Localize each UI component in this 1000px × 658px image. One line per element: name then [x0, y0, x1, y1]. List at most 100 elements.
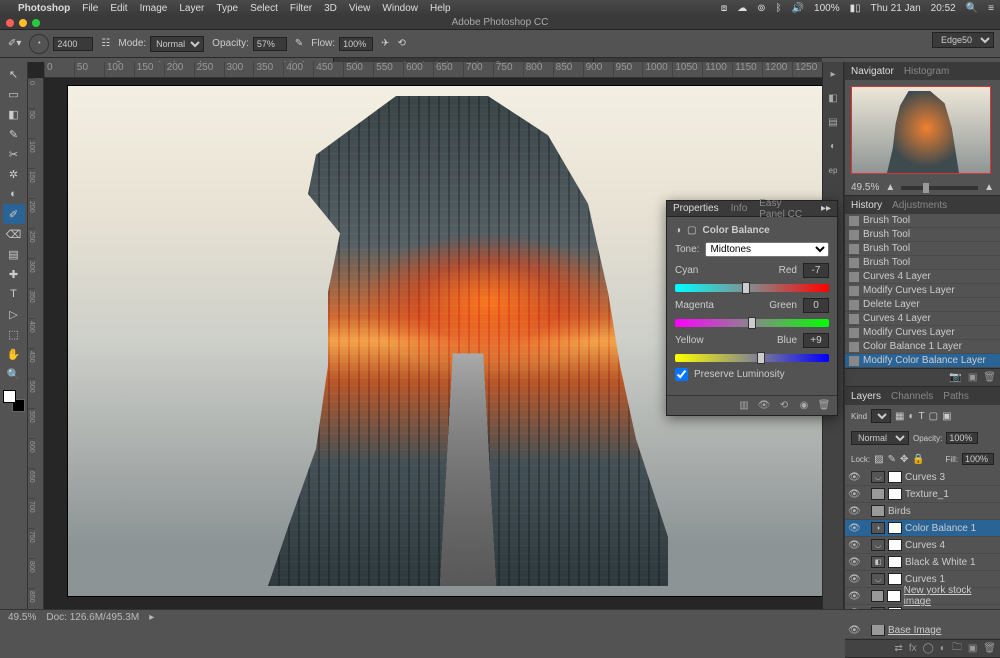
history-item[interactable]: Color Balance 1 Layer [845, 340, 1000, 354]
spotlight-icon[interactable]: 🔍 [966, 3, 978, 14]
history-item[interactable]: Brush Tool [845, 242, 1000, 256]
history-item[interactable]: Delete Layer [845, 298, 1000, 312]
preserve-luminosity-checkbox[interactable] [675, 368, 688, 381]
layer-mask-thumbnail[interactable] [888, 556, 902, 568]
visibility-icon[interactable]: 👁 [848, 472, 859, 483]
dropbox-icon[interactable]: ⧈ [721, 3, 727, 14]
minimize-window[interactable] [19, 19, 27, 27]
adjustment-thumbnail[interactable]: ◡ [871, 539, 885, 551]
history-item[interactable]: Modify Curves Layer [845, 284, 1000, 298]
layer-name[interactable]: Birds [888, 506, 911, 517]
cb-slider[interactable] [675, 354, 829, 362]
adjustment-thumbnail[interactable]: ◡ [871, 573, 885, 585]
history-item[interactable]: Modify Color Balance Layer [845, 354, 1000, 368]
history-item[interactable]: Modify Curves Layer [845, 326, 1000, 340]
menubar-time[interactable]: 20:52 [931, 3, 956, 14]
layer-mask-thumbnail[interactable] [888, 471, 902, 483]
color-swatches[interactable] [3, 390, 25, 412]
layer-mask-icon[interactable]: ◯ [923, 643, 934, 654]
menubar-date[interactable]: Thu 21 Jan [871, 3, 921, 14]
layer-row[interactable]: 👁◡Curves 4 [845, 537, 1000, 554]
history-item[interactable]: Brush Tool [845, 228, 1000, 242]
adjustment-layer-icon[interactable]: ◐ [940, 643, 946, 654]
zoom-window[interactable] [32, 19, 40, 27]
layer-name[interactable]: Black & White 1 [905, 557, 976, 568]
filter-pixel-icon[interactable]: ▦ [895, 411, 904, 422]
history-new-icon[interactable]: ▣ [968, 372, 977, 383]
reset-icon[interactable]: ⟲ [777, 399, 791, 413]
link-layers-icon[interactable]: ⇄ [894, 643, 902, 654]
history-snapshot-icon[interactable]: 📷 [949, 372, 961, 383]
layer-thumbnail[interactable] [871, 488, 885, 500]
wifi-icon[interactable]: ⊚ [757, 3, 765, 14]
airbrush-icon[interactable]: ✈ [381, 38, 389, 49]
panel-tab-paths[interactable]: Paths [943, 391, 969, 402]
hand-tool[interactable]: ✋ [3, 344, 25, 364]
pressure-opacity-icon[interactable]: ✎ [295, 38, 303, 49]
pressure-size-icon[interactable]: ⟲ [398, 38, 406, 49]
panel-icon[interactable]: ep [825, 162, 841, 178]
menu-filter[interactable]: Filter [290, 3, 312, 14]
filter-shape-icon[interactable]: ▢ [929, 411, 938, 422]
app-name[interactable]: Photoshop [18, 3, 70, 14]
delete-layer-icon[interactable]: 🗑 [983, 643, 996, 654]
opacity-field[interactable] [253, 37, 287, 51]
foreground-color[interactable] [3, 390, 16, 403]
move-tool[interactable]: ↖ [3, 64, 25, 84]
menu-3d[interactable]: 3D [324, 3, 337, 14]
visibility-icon[interactable]: 👁 [848, 625, 859, 636]
type-tool[interactable]: T [3, 284, 25, 304]
lock-transparency-icon[interactable]: ▨ [874, 454, 883, 465]
view-previous-icon[interactable]: 👁 [757, 399, 771, 413]
layer-name[interactable]: Curves 4 [905, 540, 945, 551]
cb-value-field[interactable]: -7 [803, 263, 829, 278]
visibility-icon[interactable]: 👁 [848, 557, 859, 568]
cloud-icon[interactable]: ☁ [737, 3, 747, 14]
layer-mask-thumbnail[interactable] [888, 573, 902, 585]
tone-select[interactable]: Midtones [705, 242, 829, 257]
menu-select[interactable]: Select [250, 3, 278, 14]
layer-mask-thumbnail[interactable] [888, 539, 902, 551]
layer-mask-thumbnail[interactable] [887, 590, 900, 602]
panel-tab-info[interactable]: Info [731, 203, 748, 214]
panel-icon[interactable]: ◐ [825, 138, 841, 154]
cb-slider[interactable] [675, 319, 829, 327]
panel-icon[interactable]: ▸ [825, 66, 841, 82]
adjustment-thumbnail[interactable]: ◧ [871, 556, 885, 568]
close-window[interactable] [6, 19, 14, 27]
navigator-zoom-slider[interactable] [901, 186, 978, 190]
layer-row[interactable]: 👁New york stock image [845, 588, 1000, 605]
panel-icon[interactable]: ◧ [825, 90, 841, 106]
layer-name[interactable]: New york stock image [904, 585, 997, 607]
quick-select-tool[interactable]: ✎ [3, 124, 25, 144]
tool-preset-icon[interactable]: ✐▾ [8, 38, 21, 49]
layer-row[interactable]: 👁Texture_1 [845, 486, 1000, 503]
history-item[interactable]: Curves 4 Layer [845, 270, 1000, 284]
panel-tab-easypanel[interactable]: Easy Panel CC [759, 198, 809, 220]
crop-tool[interactable]: ✂ [3, 144, 25, 164]
history-delete-icon[interactable]: 🗑 [983, 372, 996, 383]
filter-adj-icon[interactable]: ◐ [908, 411, 914, 422]
status-doc[interactable]: Doc: 126.6M/495.3M [46, 612, 139, 623]
menu-edit[interactable]: Edit [110, 3, 127, 14]
visibility-icon[interactable]: 👁 [848, 523, 859, 534]
zoom-out-icon[interactable]: ▲ [885, 182, 895, 193]
layer-name[interactable]: Curves 1 [905, 574, 945, 585]
workspace-select[interactable]: Edge50 [932, 32, 994, 48]
layer-thumbnail[interactable] [871, 590, 884, 602]
lock-position-icon[interactable]: ✥ [900, 454, 908, 465]
menu-file[interactable]: File [82, 3, 98, 14]
horizontal-ruler[interactable]: 0501001502002503003504004505005506006507… [44, 62, 822, 78]
panel-tab-channels[interactable]: Channels [891, 391, 933, 402]
menu-view[interactable]: View [349, 3, 371, 14]
cb-value-field[interactable]: +9 [803, 333, 829, 348]
panel-tab-history[interactable]: History [851, 200, 882, 211]
filter-type-icon[interactable]: T [919, 411, 925, 422]
layer-group-icon[interactable]: 🗀 [952, 640, 962, 657]
menu-type[interactable]: Type [216, 3, 238, 14]
brush-preview-icon[interactable]: • [29, 34, 49, 54]
layer-blend-select[interactable]: Normal [851, 431, 909, 445]
brush-size-field[interactable] [53, 37, 93, 51]
brush-panel-icon[interactable]: ☷ [101, 38, 110, 49]
layer-fill-field[interactable] [962, 453, 994, 465]
